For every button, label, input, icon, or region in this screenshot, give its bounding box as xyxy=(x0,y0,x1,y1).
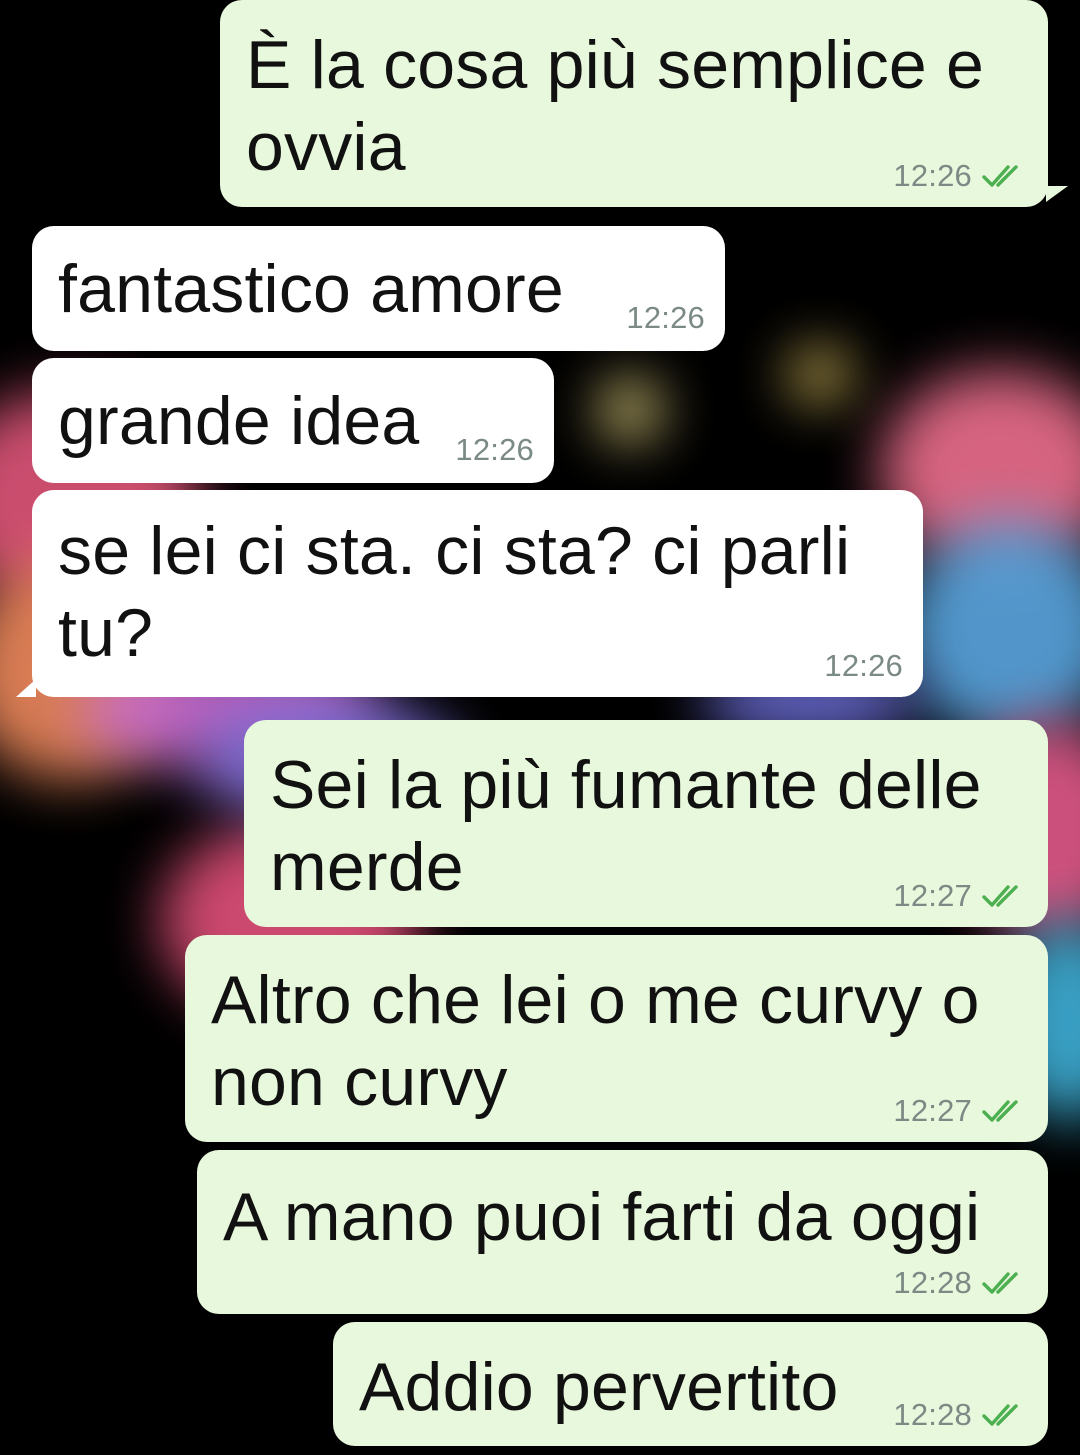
double-check-icon xyxy=(982,163,1028,189)
double-check-icon xyxy=(982,1402,1028,1428)
message-meta: 12:26 xyxy=(893,159,1028,193)
message-text: A mano puoi farti da oggi xyxy=(223,1179,981,1255)
message-time: 12:28 xyxy=(893,1265,972,1300)
message-time: 12:26 xyxy=(455,432,534,467)
message-bubble-outgoing[interactable]: Addio pervertito 12:28 xyxy=(333,1322,1048,1446)
message-meta: 12:26 xyxy=(455,433,534,467)
double-check-icon xyxy=(982,883,1028,909)
message-time: 12:26 xyxy=(626,300,705,335)
message-meta: 12:27 xyxy=(893,1094,1028,1128)
double-check-icon xyxy=(982,1270,1028,1296)
message-meta: 12:28 xyxy=(893,1266,1028,1300)
message-meta: 12:26 xyxy=(626,301,705,335)
message-meta: 12:28 xyxy=(893,1398,1028,1432)
message-time: 12:26 xyxy=(824,648,903,683)
message-text: È la cosa più semplice e ovvia xyxy=(246,27,985,185)
double-check-icon xyxy=(982,1098,1028,1124)
message-bubble-outgoing[interactable]: A mano puoi farti da oggi 12:28 xyxy=(197,1150,1048,1314)
message-time: 12:27 xyxy=(893,878,972,913)
message-meta: 12:27 xyxy=(893,879,1028,913)
message-text: fantastico amore xyxy=(58,251,564,327)
message-text: Altro che lei o me curvy o non curvy xyxy=(211,962,980,1120)
message-bubble-incoming[interactable]: fantastico amore 12:26 xyxy=(32,226,725,351)
message-time: 12:26 xyxy=(893,158,972,193)
message-bubble-incoming[interactable]: se lei ci sta. ci sta? ci parli tu? 12:2… xyxy=(16,490,923,697)
message-text: grande idea xyxy=(58,383,420,459)
message-text: Addio pervertito xyxy=(359,1349,839,1425)
message-time: 12:28 xyxy=(893,1397,972,1432)
message-bubble-outgoing[interactable]: Altro che lei o me curvy o non curvy 12:… xyxy=(185,935,1048,1142)
message-bubble-incoming[interactable]: grande idea 12:26 xyxy=(32,358,554,483)
message-bubble-outgoing[interactable]: È la cosa più semplice e ovvia 12:26 xyxy=(220,0,1068,207)
message-meta: 12:26 xyxy=(824,649,903,683)
message-bubble-outgoing[interactable]: Sei la più fumante delle merde 12:27 xyxy=(244,720,1048,927)
message-text: se lei ci sta. ci sta? ci parli tu? xyxy=(58,513,851,671)
message-time: 12:27 xyxy=(893,1093,972,1128)
message-text: Sei la più fumante delle merde xyxy=(270,747,982,905)
